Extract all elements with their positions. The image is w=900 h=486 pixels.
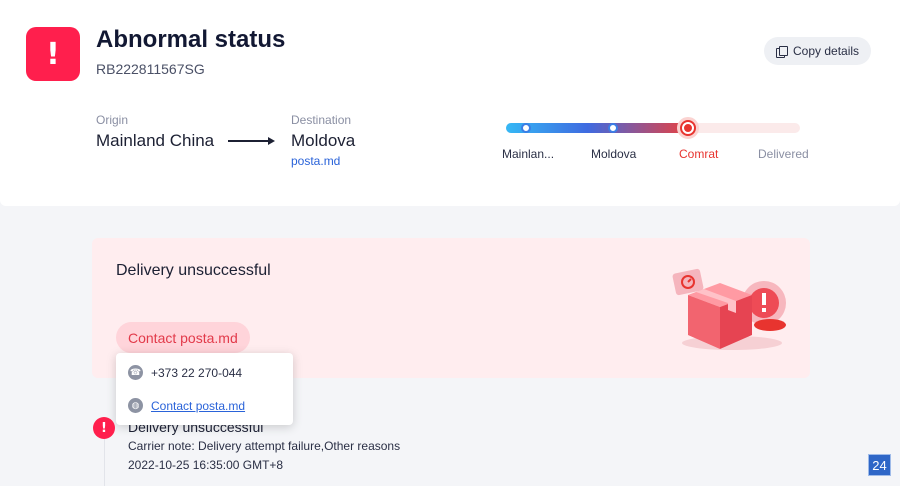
popup-phone: +373 22 270-044 bbox=[151, 365, 243, 380]
contact-popup: ☎ +373 22 270-044 ◍ Contact posta.md bbox=[116, 353, 293, 425]
timeline-event-time: 2022-10-25 16:35:00 GMT+8 bbox=[128, 458, 284, 472]
corner-badge[interactable]: 24 bbox=[868, 454, 891, 476]
stage-label-pending: Delivered bbox=[758, 147, 809, 161]
timeline-alert-icon: ! bbox=[93, 417, 115, 439]
copy-icon bbox=[776, 45, 788, 58]
alert-title: Delivery unsuccessful bbox=[116, 262, 271, 279]
destination-carrier-link[interactable]: posta.md bbox=[291, 154, 340, 168]
tracking-number: RB222811567SG bbox=[96, 61, 205, 77]
destination-value: Moldova bbox=[291, 131, 356, 150]
popup-phone-row[interactable]: ☎ +373 22 270-044 bbox=[128, 365, 242, 380]
progress-fill bbox=[506, 123, 688, 133]
stage-label: Mainlan... bbox=[502, 147, 555, 161]
globe-icon: ◍ bbox=[128, 398, 143, 413]
timeline-event-note: Carrier note: Delivery attempt failure,O… bbox=[128, 439, 401, 453]
popup-link-row[interactable]: ◍ Contact posta.md bbox=[128, 398, 245, 413]
popup-contact-link[interactable]: Contact posta.md bbox=[151, 399, 245, 413]
route-arrow bbox=[228, 140, 270, 142]
phone-icon: ☎ bbox=[128, 365, 143, 380]
copy-details-button[interactable]: Copy details bbox=[764, 37, 872, 65]
stage-label: Moldova bbox=[591, 147, 637, 161]
timeline-line bbox=[104, 438, 105, 486]
copy-details-label: Copy details bbox=[793, 44, 860, 58]
progress-dot-current bbox=[677, 117, 699, 139]
destination-label: Destination bbox=[291, 113, 352, 127]
tracking-summary-card: ! Abnormal status RB222811567SG Copy det… bbox=[0, 0, 900, 206]
contact-carrier-button[interactable]: Contact posta.md bbox=[116, 322, 250, 353]
parcel-warning-illustration bbox=[672, 268, 786, 350]
stage-label-current: Comrat bbox=[679, 147, 719, 161]
origin-label: Origin bbox=[96, 113, 129, 127]
progress-dot-destination bbox=[608, 123, 618, 133]
alert-icon: ! bbox=[26, 27, 80, 81]
arrow-head-icon bbox=[268, 137, 275, 145]
origin-value: Mainland China bbox=[96, 131, 215, 150]
status-title: Abnormal status bbox=[96, 26, 286, 53]
progress-dot-origin bbox=[521, 123, 531, 133]
